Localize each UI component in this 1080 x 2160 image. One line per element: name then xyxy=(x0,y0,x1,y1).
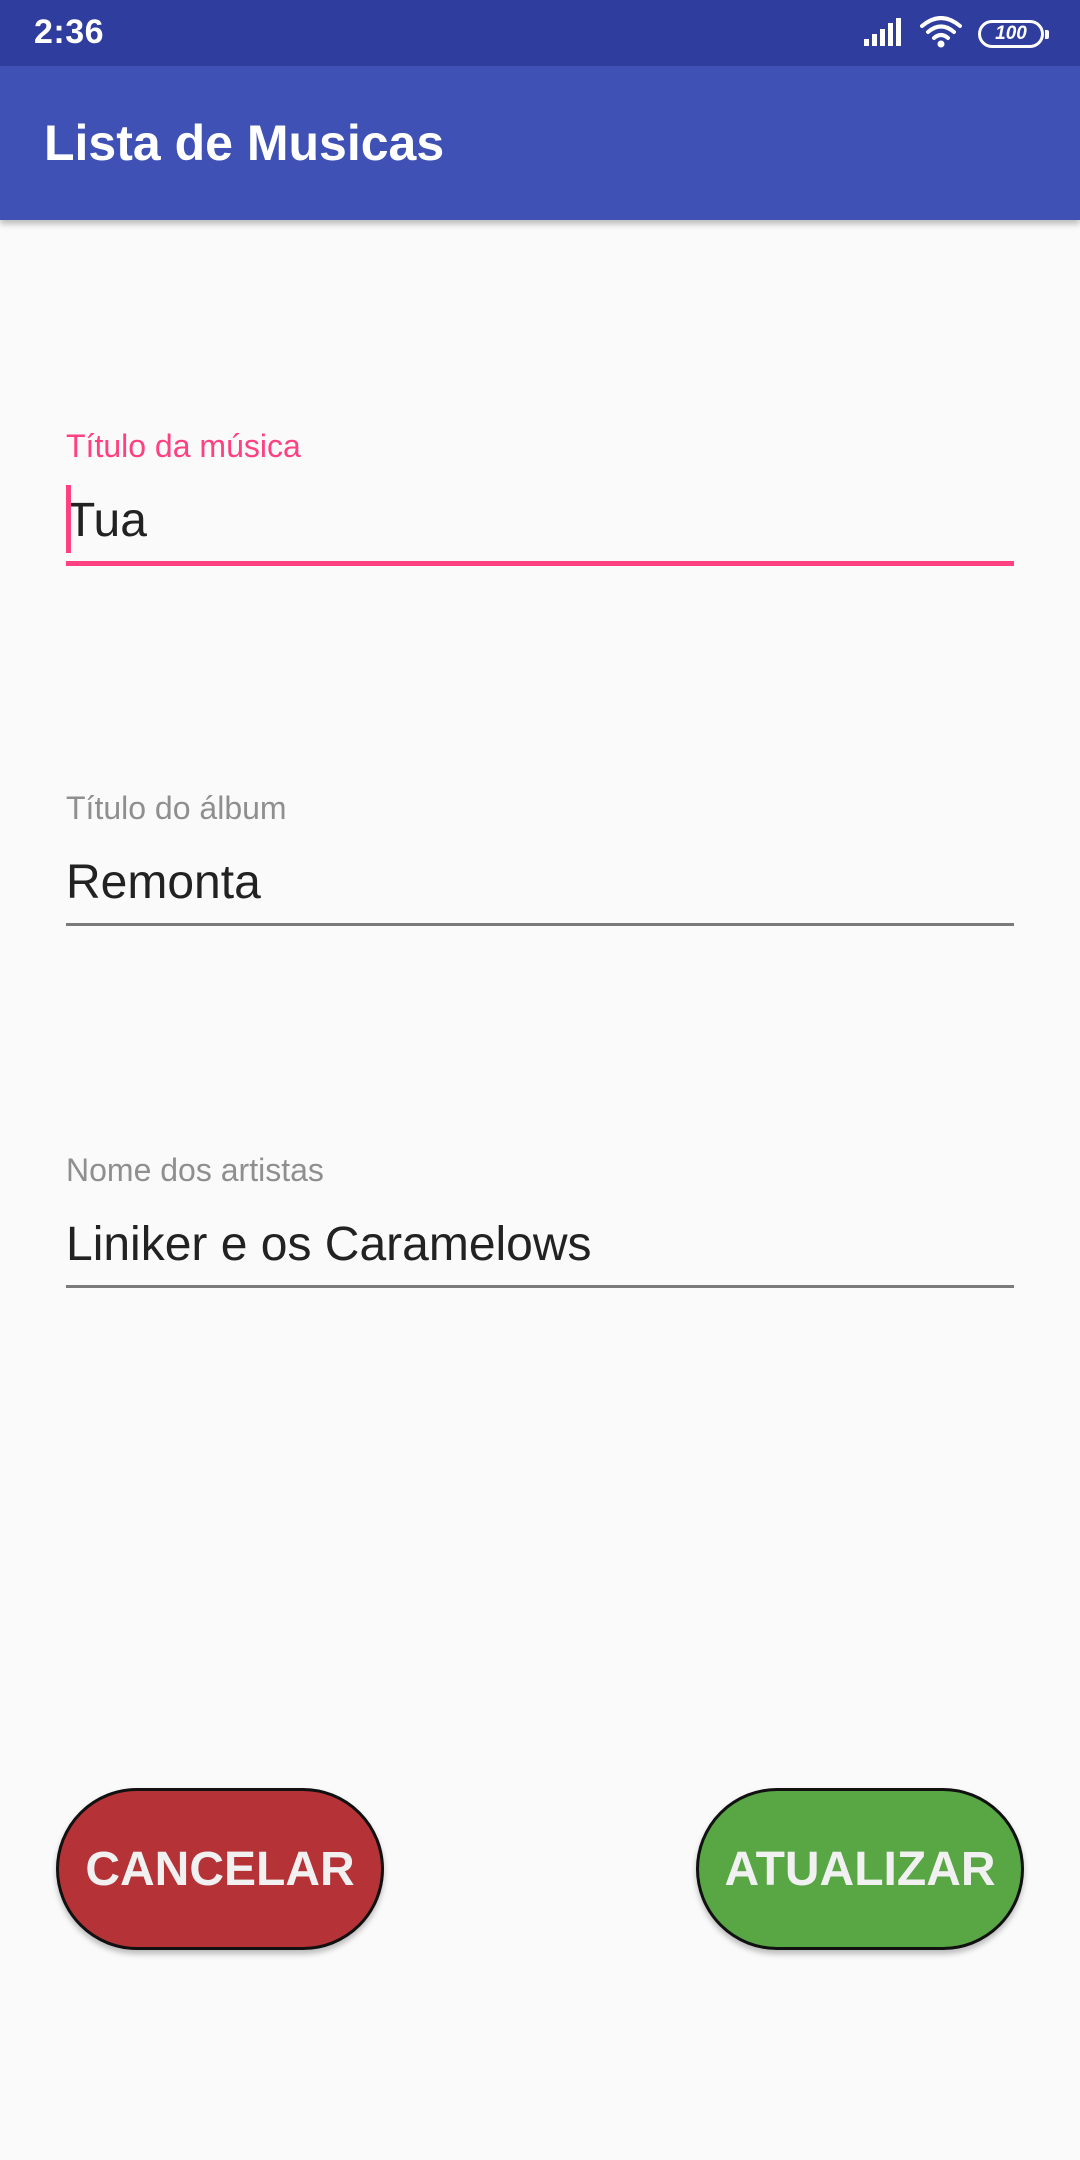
song-title-input[interactable]: Tua xyxy=(66,485,1014,566)
artists-name-label: Nome dos artistas xyxy=(66,1152,324,1188)
app-bar: Lista de Musicas xyxy=(0,66,1080,220)
artists-name-value: Liniker e os Caramelows xyxy=(66,1218,592,1271)
album-title-input[interactable]: Remonta xyxy=(66,851,1014,926)
artists-name-field[interactable]: Nome dos artistas Liniker e os Caramelow… xyxy=(66,1152,1014,1288)
album-title-value: Remonta xyxy=(66,856,261,909)
update-button[interactable]: ATUALIZAR xyxy=(696,1788,1024,1950)
cancel-button[interactable]: CANCELAR xyxy=(56,1788,384,1950)
battery-icon: 100 xyxy=(978,20,1049,48)
wifi-icon xyxy=(920,15,962,53)
page-title: Lista de Musicas xyxy=(44,115,445,171)
signal-icon xyxy=(862,17,904,52)
song-title-field[interactable]: Título da música Tua xyxy=(66,428,1014,566)
album-title-label: Título do álbum xyxy=(66,790,287,826)
song-title-label: Título da música xyxy=(66,428,301,464)
status-bar: 2:36 100 xyxy=(0,0,1080,66)
artists-name-input[interactable]: Liniker e os Caramelows xyxy=(66,1213,1014,1288)
battery-level: 100 xyxy=(995,23,1027,44)
status-icons: 100 xyxy=(862,14,1049,54)
song-title-value: Tua xyxy=(66,494,147,547)
album-title-field[interactable]: Título do álbum Remonta xyxy=(66,790,1014,926)
text-cursor xyxy=(66,485,71,553)
status-time: 2:36 xyxy=(34,13,105,51)
